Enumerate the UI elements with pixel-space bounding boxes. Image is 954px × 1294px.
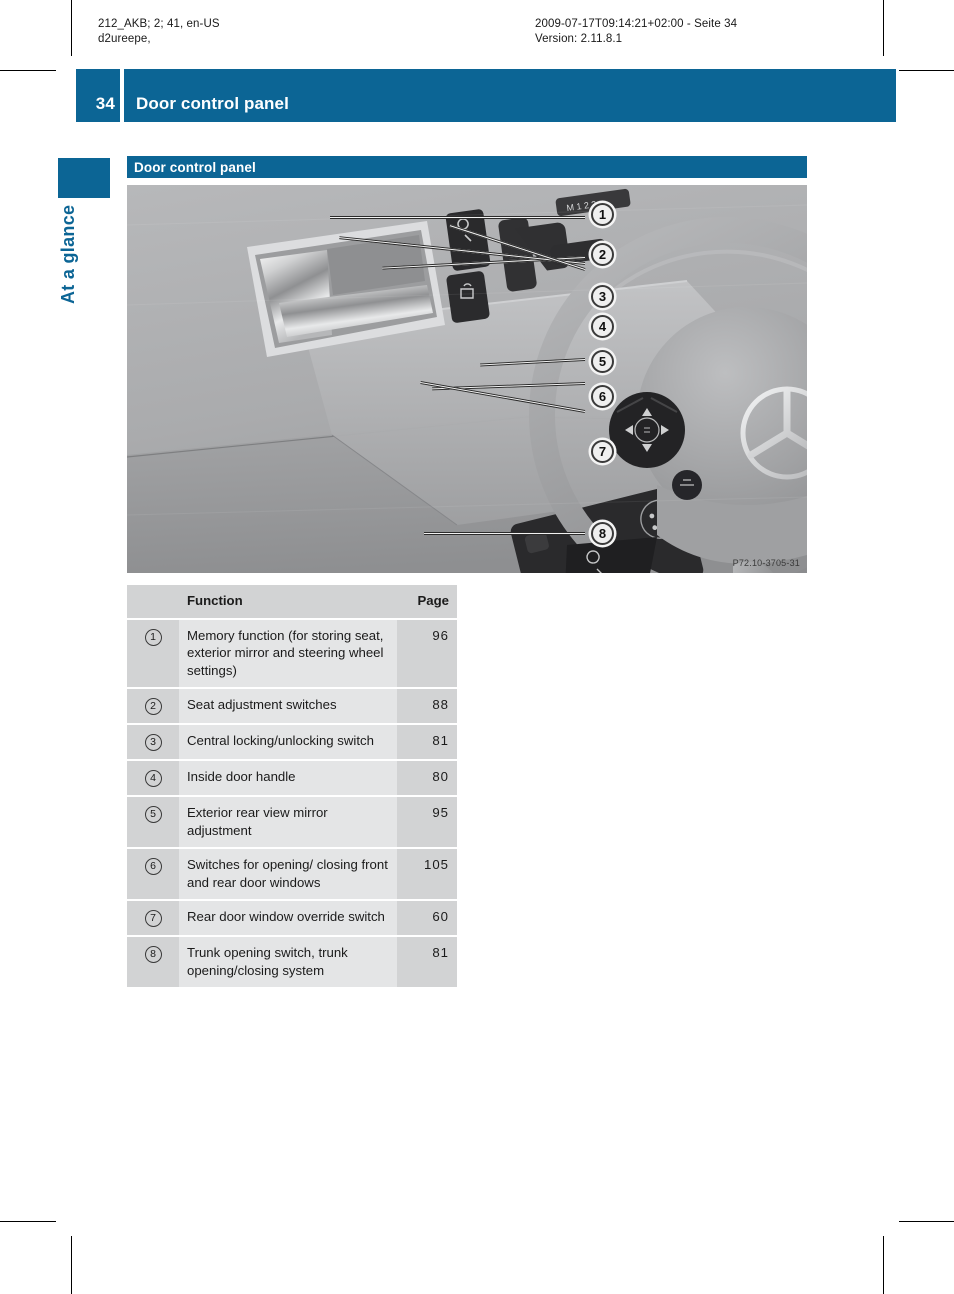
crop-mark-bottom-right-horizontal bbox=[899, 1221, 954, 1222]
print-meta-left-line1: 212_AKB; 2; 41, en-US bbox=[98, 18, 220, 30]
row-number-badge: 7 bbox=[144, 910, 162, 927]
row-number-cell: 6 bbox=[127, 848, 179, 901]
row-function-cell: Switches for opening/ closing front and … bbox=[179, 848, 397, 901]
row-number-cell: 5 bbox=[127, 796, 179, 849]
row-function-cell: Inside door handle bbox=[179, 760, 397, 797]
figure-callout-7: 7 bbox=[591, 440, 614, 463]
chapter-tab-marker bbox=[58, 158, 110, 198]
row-number-badge: 4 bbox=[144, 770, 162, 787]
row-page-value: 81 bbox=[432, 945, 449, 960]
figure-callout-4: 4 bbox=[591, 315, 614, 338]
section-heading: Door control panel bbox=[127, 156, 807, 178]
table-row: 5 Exterior rear view mirror adjustment 9… bbox=[127, 796, 457, 849]
figure-callout-6: 6 bbox=[591, 385, 614, 408]
crop-mark-bottom-left-vertical bbox=[71, 1236, 72, 1294]
print-meta-left-line2: d2ureepe, bbox=[98, 33, 151, 45]
leader-line-8 bbox=[424, 532, 585, 535]
row-number-cell: 4 bbox=[127, 760, 179, 797]
table-row: 2 Seat adjustment switches 88 bbox=[127, 688, 457, 725]
row-page-cell: 81 bbox=[397, 936, 457, 989]
table-header-number bbox=[127, 585, 179, 620]
row-function-cell: Trunk opening switch, trunk opening/clos… bbox=[179, 936, 397, 989]
table-row: 1 Memory function (for storing seat, ext… bbox=[127, 618, 457, 689]
print-meta-left: 212_AKB; 2; 41, en-US d2ureepe, bbox=[98, 17, 220, 47]
figure-callout-2: 2 bbox=[591, 243, 614, 266]
leader-line-1 bbox=[330, 216, 585, 219]
crop-mark-top-right-horizontal bbox=[899, 70, 954, 71]
row-function-cell: Rear door window override switch bbox=[179, 900, 397, 937]
row-page-cell: 60 bbox=[397, 900, 457, 937]
figure-callout-1: 1 bbox=[591, 203, 614, 226]
row-number-badge: 1 bbox=[144, 628, 162, 646]
figure-callout-8: 8 bbox=[591, 522, 614, 545]
row-page-cell: 81 bbox=[397, 724, 457, 761]
row-function-cell: Memory function (for storing seat, exter… bbox=[179, 618, 397, 689]
table-header-row: Function Page bbox=[127, 585, 457, 620]
row-function-cell: Seat adjustment switches bbox=[179, 688, 397, 725]
row-number-cell: 8 bbox=[127, 936, 179, 989]
chapter-label: At a glance bbox=[58, 205, 78, 305]
row-number-cell: 1 bbox=[127, 618, 179, 689]
figure-callout-3: 3 bbox=[591, 285, 614, 308]
crop-mark-top-left-vertical bbox=[71, 0, 72, 56]
row-number-badge: 6 bbox=[144, 858, 162, 875]
row-page-value: 81 bbox=[432, 733, 449, 748]
figure-image-id: P72.10-3705-31 bbox=[732, 558, 800, 568]
running-head: 34 Door control panel bbox=[76, 69, 896, 122]
row-number-badge: 8 bbox=[144, 946, 162, 963]
row-page-cell: 88 bbox=[397, 688, 457, 725]
print-meta-right-line2: Version: 2.11.8.1 bbox=[535, 33, 623, 45]
table-header-page: Page bbox=[397, 585, 457, 620]
table-row: 3 Central locking/unlocking switch 81 bbox=[127, 724, 457, 761]
crop-mark-bottom-left-horizontal bbox=[0, 1221, 56, 1222]
function-table: Function Page 1 Memory function (for sto… bbox=[127, 585, 457, 989]
row-number-cell: 7 bbox=[127, 900, 179, 937]
row-page-value: 80 bbox=[432, 769, 449, 784]
row-page-cell: 96 bbox=[397, 618, 457, 689]
row-page-cell: 95 bbox=[397, 796, 457, 849]
print-meta-right: 2009-07-17T09:14:21+02:00 - Seite 34 Ver… bbox=[535, 17, 737, 47]
table-header-function: Function bbox=[179, 585, 397, 620]
row-page-value: 105 bbox=[423, 857, 449, 872]
table-row: 6 Switches for opening/ closing front an… bbox=[127, 848, 457, 901]
row-number-cell: 2 bbox=[127, 688, 179, 725]
door-control-panel-figure: M 1 2 3 P72.10-3705-31 bbox=[127, 185, 807, 573]
table-row: 8 Trunk opening switch, trunk opening/cl… bbox=[127, 936, 457, 989]
table-row: 7 Rear door window override switch 60 bbox=[127, 900, 457, 937]
row-number-badge: 3 bbox=[144, 734, 162, 751]
row-page-value: 88 bbox=[432, 697, 449, 712]
row-function-cell: Exterior rear view mirror adjustment bbox=[179, 796, 397, 849]
row-number-badge: 2 bbox=[144, 698, 162, 715]
page-title: Door control panel bbox=[124, 69, 896, 122]
row-page-cell: 80 bbox=[397, 760, 457, 797]
row-page-value: 60 bbox=[432, 909, 449, 924]
crop-mark-bottom-right-vertical bbox=[883, 1236, 884, 1294]
crop-mark-top-right-vertical bbox=[883, 0, 884, 56]
crop-mark-top-left-horizontal bbox=[0, 70, 56, 71]
row-function-cell: Central locking/unlocking switch bbox=[179, 724, 397, 761]
row-number-badge: 5 bbox=[144, 806, 162, 823]
table-row: 4 Inside door handle 80 bbox=[127, 760, 457, 797]
print-meta-right-line1: 2009-07-17T09:14:21+02:00 - Seite 34 bbox=[535, 18, 738, 30]
row-page-cell: 105 bbox=[397, 848, 457, 901]
row-page-value: 95 bbox=[432, 805, 449, 820]
page-number: 34 bbox=[76, 69, 120, 122]
row-number-cell: 3 bbox=[127, 724, 179, 761]
door-panel-illustration: M 1 2 3 bbox=[127, 185, 807, 573]
row-page-value: 96 bbox=[432, 627, 449, 643]
figure-callout-5: 5 bbox=[591, 350, 614, 373]
